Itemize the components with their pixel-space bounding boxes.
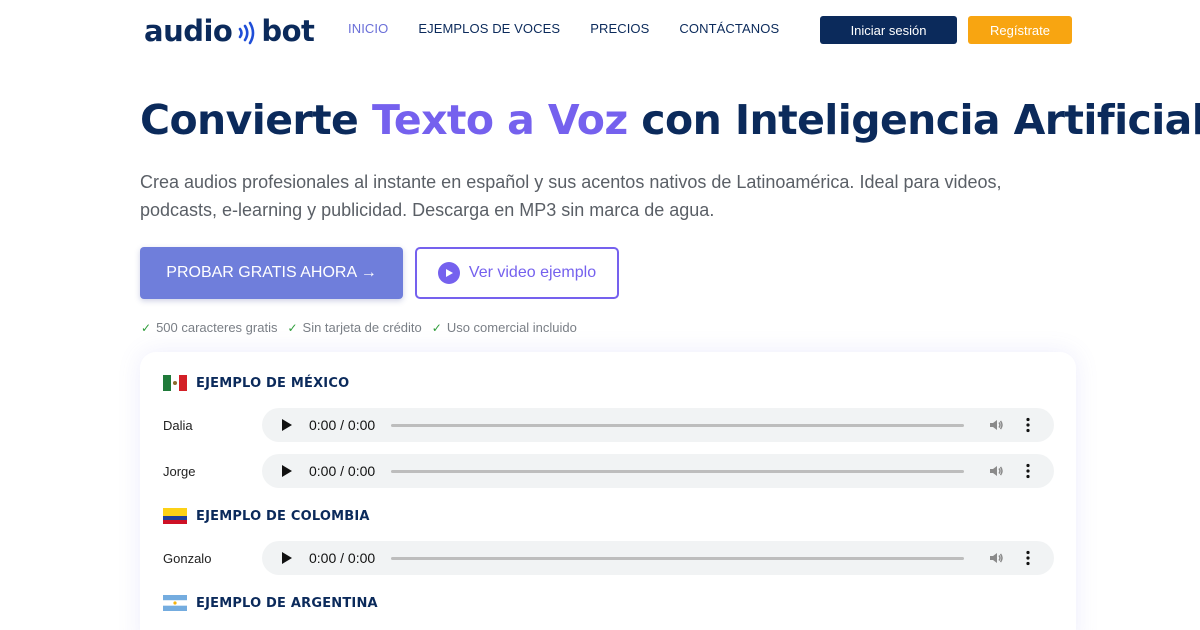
mexico-flag-icon: [163, 375, 187, 391]
player-time: 0:00 / 0:00: [309, 550, 376, 566]
benefit-label: 500 caracteres gratis: [156, 320, 278, 335]
volume-icon[interactable]: [988, 463, 1004, 479]
voice-name-jorge: Jorge: [163, 464, 196, 479]
hero-title-accent: Texto a Voz: [371, 96, 628, 144]
audio-player-dalia[interactable]: 0:00 / 0:00: [262, 408, 1054, 442]
play-circle-icon: [437, 262, 460, 284]
logo-text-audio: audio: [144, 14, 233, 48]
hero-title-part1: Convierte: [140, 96, 372, 144]
watch-video-label: Ver video ejemplo: [468, 264, 597, 281]
sound-waves-icon: [239, 21, 255, 45]
benefits-list: ✓ 500 caracteres gratis ✓ Sin tarjeta de…: [141, 320, 587, 335]
top-navigation: audio bot INICIO EJEMPLOS DE VOCES PRECI…: [0, 0, 1200, 60]
voice-name-gonzalo: Gonzalo: [163, 551, 212, 566]
more-options-icon[interactable]: [1026, 463, 1030, 479]
check-icon: ✓: [141, 320, 152, 335]
benefit-label: Sin tarjeta de crédito: [302, 320, 422, 335]
play-icon[interactable]: [282, 465, 292, 477]
section-title-colombia: EJEMPLO DE COLOMBIA: [196, 508, 370, 524]
hero-title-part2: con Inteligencia Artificial: [627, 96, 1200, 144]
player-time: 0:00 / 0:00: [309, 463, 376, 479]
progress-track[interactable]: [391, 557, 964, 560]
volume-icon[interactable]: [988, 550, 1004, 566]
nav-link-precios[interactable]: PRECIOS: [590, 21, 649, 36]
try-free-button[interactable]: PROBAR GRATIS AHORA →: [140, 247, 403, 299]
login-button[interactable]: Iniciar sesión: [820, 16, 957, 44]
hero-title: Convierte Texto a Voz con Inteligencia A…: [140, 96, 1200, 144]
play-icon[interactable]: [282, 552, 292, 564]
play-icon[interactable]: [282, 419, 292, 431]
section-title-mexico: EJEMPLO DE MÉXICO: [196, 375, 350, 391]
benefit-item: ✓ Uso comercial incluido: [432, 320, 577, 335]
benefit-item: ✓ Sin tarjeta de crédito: [287, 320, 421, 335]
section-header-mexico: EJEMPLO DE MÉXICO: [163, 375, 349, 391]
watch-video-button[interactable]: Ver video ejemplo: [415, 247, 619, 299]
audio-player-jorge[interactable]: 0:00 / 0:00: [262, 454, 1054, 488]
check-icon: ✓: [287, 320, 298, 335]
player-time: 0:00 / 0:00: [309, 417, 376, 433]
volume-icon[interactable]: [988, 417, 1004, 433]
benefit-label: Uso comercial incluido: [446, 320, 577, 335]
nav-link-ejemplos-de-voces[interactable]: EJEMPLOS DE VOCES: [418, 21, 560, 36]
nav-link-inicio[interactable]: INICIO: [348, 21, 388, 36]
benefit-item: ✓ 500 caracteres gratis: [141, 320, 277, 335]
voice-samples-card: EJEMPLO DE MÉXICO Dalia 0:00 / 0:00 Jorg…: [140, 352, 1076, 630]
section-title-argentina: EJEMPLO DE ARGENTINA: [196, 595, 378, 611]
nav-link-contactanos[interactable]: CONTÁCTANOS: [679, 21, 779, 36]
section-header-argentina: EJEMPLO DE ARGENTINA: [163, 595, 378, 611]
nav-links: INICIO EJEMPLOS DE VOCES PRECIOS CONTÁCT…: [348, 21, 809, 36]
more-options-icon[interactable]: [1026, 417, 1030, 433]
register-button[interactable]: Regístrate: [968, 16, 1072, 44]
voice-name-dalia: Dalia: [163, 418, 193, 433]
argentina-flag-icon: [163, 595, 187, 611]
check-icon: ✓: [431, 320, 442, 335]
hero-subtitle: Crea audios profesionales al instante en…: [140, 172, 1002, 220]
more-options-icon[interactable]: [1026, 550, 1030, 566]
progress-track[interactable]: [391, 424, 964, 427]
progress-track[interactable]: [391, 470, 964, 473]
section-header-colombia: EJEMPLO DE COLOMBIA: [163, 508, 370, 524]
logo-text-bot: bot: [261, 14, 315, 48]
audiobot-logo[interactable]: audio bot: [144, 14, 315, 48]
colombia-flag-icon: [163, 508, 187, 524]
audio-player-gonzalo[interactable]: 0:00 / 0:00: [262, 541, 1054, 575]
